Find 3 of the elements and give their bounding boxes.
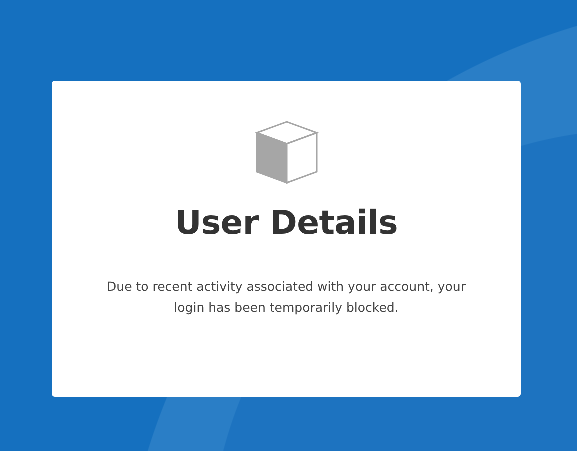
cube-icon — [254, 121, 318, 185]
page-title: User Details — [174, 203, 398, 242]
message-text: Due to recent activity associated with your account, your login has been temporarily blocked. — [106, 278, 467, 317]
